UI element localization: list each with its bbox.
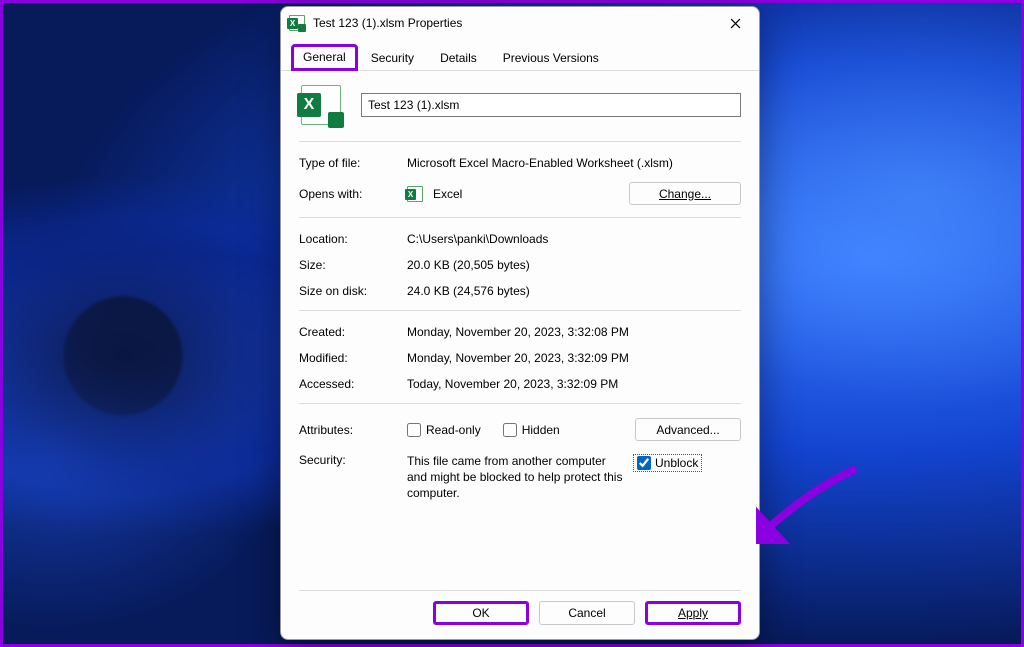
unblock-checkbox[interactable]	[637, 456, 651, 470]
tab-previous-versions[interactable]: Previous Versions	[490, 44, 612, 71]
separator	[299, 310, 741, 311]
close-button[interactable]	[721, 9, 749, 37]
label-size-on-disk: Size on disk:	[299, 284, 407, 298]
advanced-button[interactable]: Advanced...	[635, 418, 741, 441]
ok-button[interactable]: OK	[433, 601, 529, 625]
value-created: Monday, November 20, 2023, 3:32:08 PM	[407, 325, 741, 339]
hidden-checkbox-wrap[interactable]: Hidden	[503, 423, 560, 437]
titlebar-file-icon: X	[289, 15, 305, 31]
apply-button[interactable]: Apply	[645, 601, 741, 625]
label-attributes: Attributes:	[299, 423, 407, 437]
value-accessed: Today, November 20, 2023, 3:32:09 PM	[407, 377, 741, 391]
properties-dialog: X Test 123 (1).xlsm Properties General S…	[280, 6, 760, 640]
window-title: Test 123 (1).xlsm Properties	[313, 16, 713, 30]
label-size: Size:	[299, 258, 407, 272]
tab-strip: General Security Details Previous Versio…	[281, 39, 759, 71]
tab-details[interactable]: Details	[427, 44, 490, 71]
label-location: Location:	[299, 232, 407, 246]
titlebar: X Test 123 (1).xlsm Properties	[281, 7, 759, 39]
hidden-checkbox[interactable]	[503, 423, 517, 437]
value-opens-with: Excel	[433, 187, 462, 201]
hidden-label: Hidden	[522, 423, 560, 437]
separator	[299, 141, 741, 142]
label-opens-with: Opens with:	[299, 187, 407, 201]
unblock-checkbox-wrap[interactable]: Unblock	[633, 454, 702, 472]
tab-content-general: X Type of file: Microsoft Excel Macro-En…	[281, 71, 759, 590]
label-accessed: Accessed:	[299, 377, 407, 391]
value-modified: Monday, November 20, 2023, 3:32:09 PM	[407, 351, 741, 365]
file-type-icon: X	[301, 85, 341, 125]
change-button[interactable]: Change...	[629, 182, 741, 205]
readonly-label: Read-only	[426, 423, 481, 437]
label-modified: Modified:	[299, 351, 407, 365]
separator	[299, 403, 741, 404]
unblock-label: Unblock	[655, 456, 698, 470]
value-size: 20.0 KB (20,505 bytes)	[407, 258, 741, 272]
value-type-of-file: Microsoft Excel Macro-Enabled Worksheet …	[407, 156, 741, 170]
label-created: Created:	[299, 325, 407, 339]
filename-input[interactable]	[361, 93, 741, 117]
label-security: Security:	[299, 453, 407, 467]
dialog-footer: OK Cancel Apply	[281, 591, 759, 639]
value-size-on-disk: 24.0 KB (24,576 bytes)	[407, 284, 741, 298]
cancel-button[interactable]: Cancel	[539, 601, 635, 625]
separator	[299, 217, 741, 218]
readonly-checkbox-wrap[interactable]: Read-only	[407, 423, 481, 437]
security-description: This file came from another computer and…	[407, 453, 627, 502]
tab-security[interactable]: Security	[358, 44, 427, 71]
tab-general[interactable]: General	[291, 44, 358, 71]
value-location: C:\Users\panki\Downloads	[407, 232, 741, 246]
excel-app-icon: X	[407, 186, 423, 202]
readonly-checkbox[interactable]	[407, 423, 421, 437]
label-type-of-file: Type of file:	[299, 156, 407, 170]
close-icon	[730, 18, 741, 29]
